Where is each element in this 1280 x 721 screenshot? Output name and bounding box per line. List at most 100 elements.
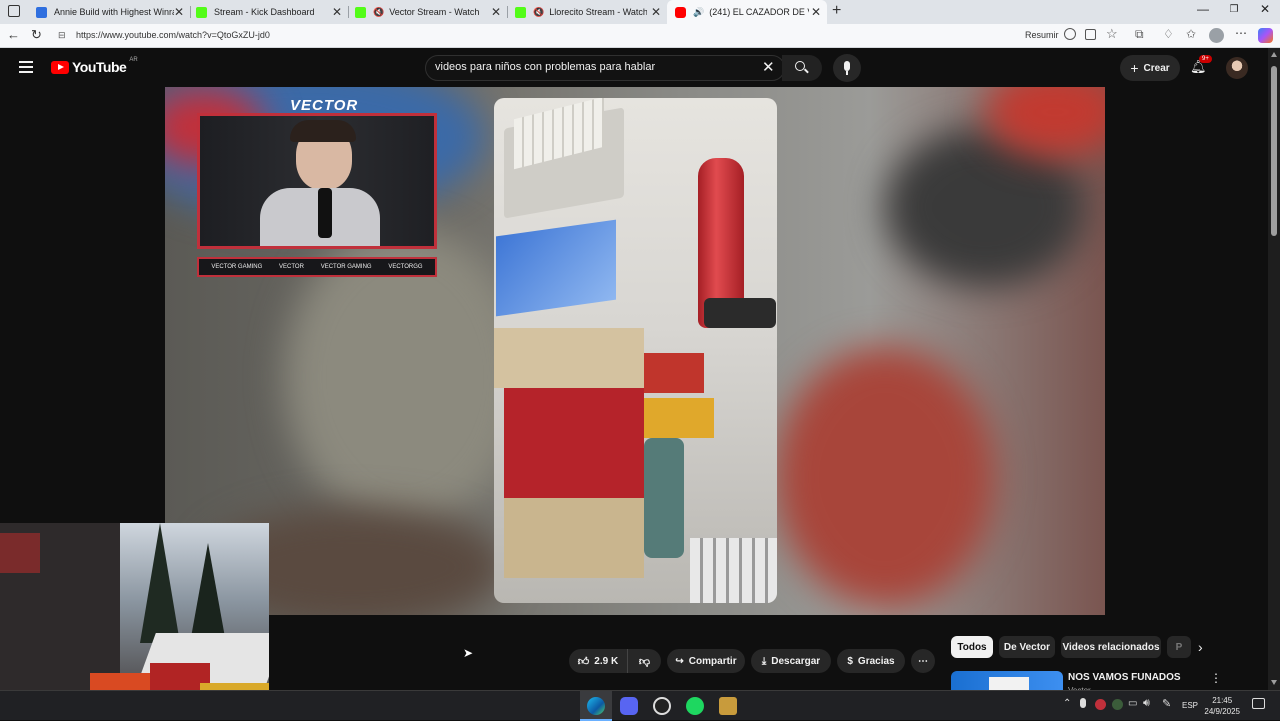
recommended-title[interactable]: NOS VAMOS FUNADOS (1068, 672, 1181, 683)
download-button[interactable]: ⤓ Descargar (751, 649, 831, 673)
clear-search-icon[interactable]: ✕ (762, 58, 775, 76)
address-bar[interactable]: ⊟ https://www.youtube.com/watch?v=QtoGxZ… (52, 26, 1012, 46)
summarize-icon[interactable] (1064, 28, 1076, 40)
phone-video-frame (494, 98, 777, 603)
youtube-logo[interactable]: YouTube AR (51, 57, 138, 75)
more-icon: ⋯ (918, 655, 928, 667)
new-tab-icon[interactable]: + (832, 2, 841, 20)
extensions-icon[interactable]: ⧉ (1135, 27, 1144, 42)
favorites-icon[interactable]: ✩ (1186, 27, 1196, 41)
menu-icon[interactable] (19, 61, 33, 73)
nvidia-tray-icon[interactable] (1112, 699, 1123, 710)
overlay-logo: VECTOR (290, 97, 359, 114)
spotify-icon[interactable] (686, 697, 704, 715)
chip-partial[interactable]: P (1167, 636, 1191, 658)
close-tab-icon[interactable]: ✕ (811, 5, 821, 19)
dislike-button[interactable]: 👎︎ (627, 649, 661, 673)
close-window-icon[interactable]: ✕ (1250, 2, 1280, 16)
tab-favicon-icon (355, 6, 366, 18)
scroll-up-icon[interactable] (1271, 52, 1277, 57)
chip-all[interactable]: Todos (951, 636, 993, 658)
microphone-icon (844, 61, 850, 71)
tab-title: Llorecito Stream - Watch Live (549, 7, 648, 17)
reload-icon[interactable]: ↻ (31, 27, 42, 43)
page-scrollbar[interactable] (1268, 48, 1280, 690)
youtube-logo-text: YouTube (72, 59, 127, 75)
video-player[interactable]: VECTOR VECTOR GAMING VECTOR VECTOR GAMIN… (165, 87, 1105, 615)
microphone-tray-icon[interactable] (1080, 698, 1086, 708)
summarize-button[interactable]: Resumir (1025, 30, 1059, 40)
volume-tray-icon[interactable]: 🔊︎ (1143, 697, 1150, 710)
close-tab-icon[interactable]: ✕ (332, 5, 342, 19)
like-button[interactable]: 👍︎ 2.9 K (569, 649, 627, 673)
app-available-icon[interactable] (1085, 29, 1096, 40)
notifications-badge: 9+ (1199, 55, 1212, 63)
league-of-legends-icon[interactable] (719, 697, 737, 715)
search-button[interactable] (782, 55, 822, 81)
scrollbar-thumb[interactable] (1271, 66, 1277, 236)
more-options-icon[interactable]: ⋯ (1235, 26, 1247, 40)
edge-browser-icon[interactable] (587, 697, 605, 715)
pen-tray-icon[interactable]: ✎ (1162, 697, 1171, 710)
muted-speaker-icon[interactable]: 🔇 (533, 7, 544, 18)
search-box[interactable] (425, 55, 785, 81)
tab-actions-icon[interactable] (8, 5, 20, 17)
notification-center-icon[interactable] (1252, 698, 1265, 709)
recommended-menu-icon[interactable]: ⋮ (1210, 671, 1222, 685)
thanks-icon: $ (847, 655, 853, 667)
url-text[interactable]: https://www.youtube.com/watch?v=QtoGxZU-… (76, 30, 270, 40)
mouse-cursor: ➤ (463, 646, 474, 660)
restore-icon[interactable]: ❐ (1219, 4, 1249, 15)
like-count: 2.9 K (594, 655, 619, 667)
site-info-icon[interactable]: ⊟ (58, 30, 66, 41)
tab-title: Stream - Kick Dashboard (214, 7, 315, 17)
more-actions-button[interactable]: ⋯ (911, 649, 935, 673)
antivirus-tray-icon[interactable] (1095, 699, 1106, 710)
browser-tab-3[interactable]: 🔇 Vector Stream - Watch Live on ✕ (347, 0, 508, 24)
thanks-button[interactable]: $ Gracias (837, 649, 905, 673)
thumbs-up-icon: 👍︎ (577, 655, 590, 668)
browser-tab-4[interactable]: 🔇 Llorecito Stream - Watch Live ✕ (507, 0, 667, 24)
browser-tab-active[interactable]: 🔊 (241) EL CAZADOR DE VIOLI ✕ (667, 0, 827, 24)
close-tab-icon[interactable]: ✕ (651, 5, 661, 19)
youtube-header: YouTube AR ✕ + Crear 🔔︎ 9+ (0, 48, 1268, 88)
discord-icon[interactable] (620, 697, 638, 715)
share-button[interactable]: ↪ Compartir (667, 649, 745, 673)
copilot-icon[interactable] (1258, 28, 1273, 43)
voice-search-button[interactable] (833, 54, 861, 82)
favorite-star-icon[interactable]: ☆ (1106, 26, 1118, 42)
youtube-favicon-icon (675, 6, 686, 18)
browser-essentials-icon[interactable]: ♢ (1163, 27, 1174, 41)
download-icon: ⤓ (761, 655, 767, 667)
language-indicator[interactable]: ESP (1182, 701, 1198, 710)
create-button[interactable]: + Crear (1120, 55, 1180, 81)
browser-tab-2[interactable]: Stream - Kick Dashboard ✕ (188, 0, 349, 24)
recommended-thumbnail[interactable] (951, 671, 1063, 690)
chip-from-channel[interactable]: De Vector (999, 636, 1055, 658)
muted-speaker-icon[interactable]: 🔇 (373, 7, 384, 18)
scroll-down-icon[interactable] (1271, 680, 1277, 685)
taskbar-clock[interactable]: 21:45 24/9/2025 (1204, 695, 1240, 717)
tab-favicon-icon (515, 6, 526, 18)
notifications-button[interactable]: 🔔︎ 9+ (1190, 55, 1212, 78)
obs-icon[interactable] (653, 697, 671, 715)
speaker-icon[interactable]: 🔊 (693, 7, 704, 18)
close-tab-icon[interactable]: ✕ (174, 5, 184, 19)
profile-avatar[interactable] (1209, 28, 1224, 43)
minimize-icon[interactable]: — (1188, 2, 1218, 16)
thanks-label: Gracias (857, 655, 895, 667)
browser-tab-1[interactable]: Annie Build with Highest Winrate ✕ (28, 0, 191, 24)
chip-related[interactable]: Videos relacionados (1061, 636, 1161, 658)
network-tray-icon[interactable]: ▭ (1128, 698, 1137, 709)
tab-favicon-icon (36, 6, 47, 18)
back-icon[interactable]: ← (7, 27, 20, 42)
close-tab-icon[interactable]: ✕ (491, 5, 501, 19)
search-input[interactable] (435, 61, 755, 73)
show-hidden-icons[interactable]: ⌃ (1063, 698, 1071, 709)
account-avatar[interactable] (1226, 57, 1248, 79)
social-twitch: VECTOR (279, 264, 304, 270)
youtube-play-icon (51, 60, 69, 74)
chevron-right-icon[interactable]: › (1198, 639, 1203, 655)
blurred-background (775, 347, 995, 607)
tab-title: Annie Build with Highest Winrate (54, 7, 174, 17)
